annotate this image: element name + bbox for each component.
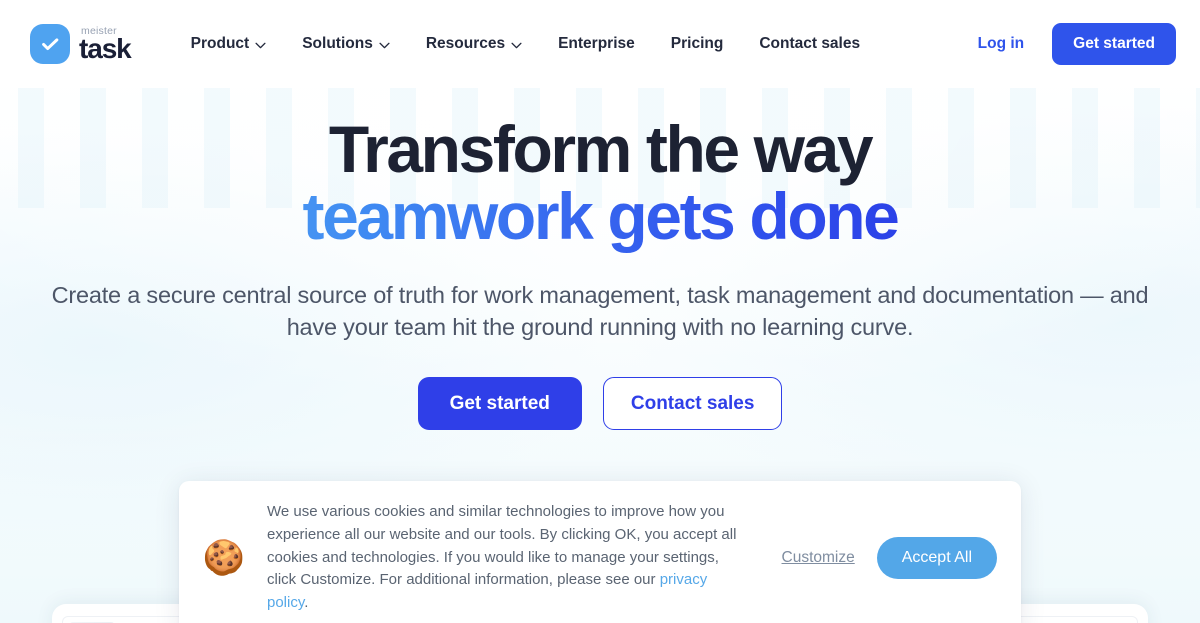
main-nav-links: Product Solutions Resources Enterprise P… [173, 24, 878, 64]
brand-logo[interactable]: meister task [30, 24, 132, 65]
nav-item-resources[interactable]: Resources [408, 24, 540, 64]
cookie-text-tail: . [304, 594, 309, 612]
nav-item-solutions[interactable]: Solutions [284, 24, 408, 64]
brand-logo-main: task [79, 33, 132, 65]
nav-item-label: Resources [425, 35, 506, 52]
cookie-banner-text: We use various cookies and similar techn… [267, 501, 745, 615]
nav-item-product[interactable]: Product [173, 24, 285, 64]
accept-all-cookies-button[interactable]: Accept All [876, 536, 997, 579]
nav-get-started-button[interactable]: Get started [1052, 23, 1176, 65]
page-root: meister task Product Solutions Resources [0, 0, 1200, 623]
hero-section: Transform the way teamwork gets done Cre… [0, 88, 1200, 431]
login-link[interactable]: Log in [974, 29, 1029, 59]
nav-item-contact-sales[interactable]: Contact sales [741, 25, 878, 63]
nav-item-enterprise[interactable]: Enterprise [540, 25, 653, 63]
hero-contact-sales-button[interactable]: Contact sales [602, 377, 783, 431]
nav-item-label: Contact sales [759, 35, 861, 52]
cookie-actions: Customize Accept All [782, 536, 997, 579]
nav-item-label: Product [190, 35, 250, 52]
brand-wordmark: meister task [79, 25, 132, 65]
hero-subtitle: Create a secure central source of truth … [51, 281, 1149, 341]
page-title: Transform the way teamwork gets done [0, 115, 1200, 257]
chevron-down-icon [379, 36, 390, 54]
nav-item-label: Pricing [670, 35, 724, 52]
cookie-icon: 🍪 [202, 538, 246, 577]
hero-cta-group: Get started Contact sales [0, 377, 1200, 431]
headline-line-1: Transform the way [328, 112, 874, 186]
headline-line-2: teamwork gets done [0, 183, 1200, 256]
customize-cookies-link[interactable]: Customize [782, 549, 855, 567]
cookie-consent-banner: 🍪 We use various cookies and similar tec… [179, 481, 1021, 623]
chevron-down-icon [511, 36, 522, 54]
chevron-down-icon [255, 36, 266, 54]
check-circle-icon [30, 24, 70, 64]
nav-right-actions: Log in Get started [974, 23, 1176, 65]
nav-item-pricing[interactable]: Pricing [653, 25, 742, 63]
top-navigation-bar: meister task Product Solutions Resources [0, 0, 1200, 88]
nav-item-label: Solutions [302, 35, 373, 52]
hero-get-started-button[interactable]: Get started [417, 377, 582, 431]
nav-item-label: Enterprise [558, 35, 635, 52]
